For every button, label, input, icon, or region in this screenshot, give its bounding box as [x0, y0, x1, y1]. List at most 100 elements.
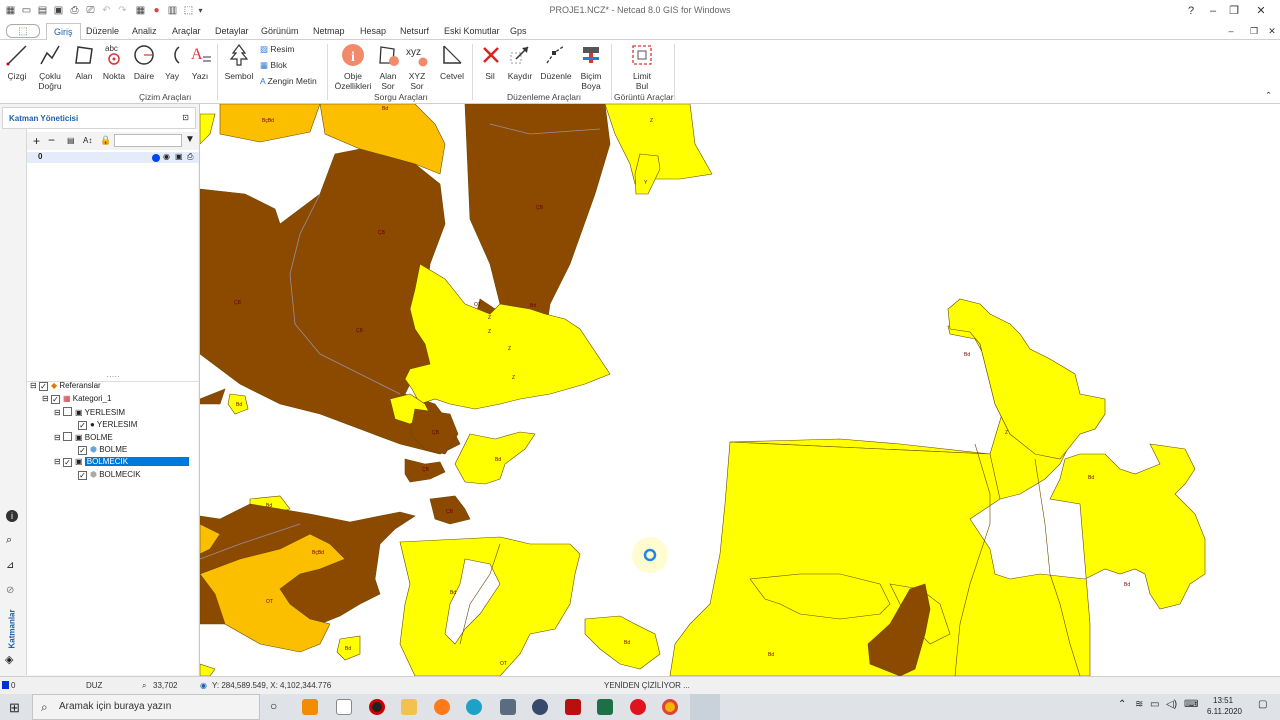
clock-time[interactable]: 13:51	[1213, 696, 1233, 705]
sort-az-icon[interactable]: A↕	[83, 136, 92, 145]
area-button[interactable]: Alan	[70, 42, 98, 81]
xyz-query-button[interactable]: xyz XYZ Sor	[403, 42, 431, 91]
pin-icon[interactable]: ⊡	[182, 113, 189, 122]
funnel-icon[interactable]: ▼	[185, 134, 195, 145]
route-side-icon[interactable]: ⊘	[6, 585, 14, 596]
collapse-ribbon-icon[interactable]: ⌃	[1265, 90, 1272, 101]
symbol-button[interactable]: Sembol	[223, 42, 255, 81]
checkbox[interactable]	[62, 407, 72, 416]
doc-close-button[interactable]: ✕	[1264, 23, 1280, 39]
ruler-button[interactable]: Cetvel	[437, 42, 467, 81]
tree-item-yerlesim[interactable]: ✓ ● YERLESIM	[78, 420, 137, 430]
firefox-icon[interactable]	[434, 699, 450, 715]
tree-item-bolmecik-group[interactable]: ⊟ ✓ ▣ BOLMECIK	[54, 457, 189, 467]
tab-duzenle[interactable]: Düzenle	[86, 26, 119, 36]
app-globe-icon[interactable]	[532, 699, 548, 715]
layer-search-input[interactable]	[114, 134, 182, 147]
checkbox[interactable]: ✓	[38, 382, 48, 391]
measure-side-icon[interactable]: ⊿	[6, 560, 14, 571]
opera-icon[interactable]	[630, 699, 646, 715]
network-icon[interactable]: ≋	[1135, 699, 1143, 710]
tab-eski-komutlar[interactable]: Eski Komutlar	[444, 26, 500, 36]
tree-item-bolmecik[interactable]: ✓ ⬢ BOLMECIK	[78, 470, 141, 480]
tab-araclar[interactable]: Araçlar	[172, 26, 201, 36]
tree-item-yerlesim-group[interactable]: ⊟ ▣ YERLESIM	[54, 407, 125, 417]
file-explorer-icon[interactable]	[401, 699, 417, 715]
tree-item-bolme[interactable]: ✓ ⬢ BOLME	[78, 445, 127, 455]
tree-item-referanslar[interactable]: ⊟ ✓ ◆ Referanslar	[30, 381, 101, 391]
layers-side-tab[interactable]: Katmanlar	[8, 609, 17, 648]
tab-gps[interactable]: Gps	[510, 26, 527, 36]
red-app-icon[interactable]	[565, 699, 581, 715]
recorder-icon[interactable]	[369, 699, 385, 715]
restore-button[interactable]: ❐	[1226, 3, 1242, 19]
find-limit-button[interactable]: Limit Bul	[628, 42, 656, 91]
tray-expand-icon[interactable]: ⌃	[1118, 699, 1126, 710]
line-button[interactable]: Çizgi	[4, 42, 30, 81]
object-properties-button[interactable]: i Obje Özellikleri	[333, 42, 373, 91]
layer-print-icon[interactable]: ⎙	[187, 152, 193, 162]
remove-layer-icon[interactable]: −	[48, 133, 55, 147]
edge-icon[interactable]	[466, 699, 482, 715]
tree-item-kategori[interactable]: ⊟ ✓ ▦ Kategori_1	[42, 394, 111, 404]
edit-button[interactable]: Düzenle	[540, 42, 572, 81]
notepad-icon[interactable]	[336, 699, 352, 715]
windows-start-icon[interactable]: ⊞	[9, 700, 20, 716]
taskbar-search[interactable]: ⌕ Aramak için buraya yazın	[32, 694, 260, 720]
checkbox[interactable]	[62, 432, 72, 441]
search-side-icon[interactable]: ⌕	[6, 534, 12, 547]
layer-row[interactable]: 0 ◉ ▣ ⎙	[27, 152, 199, 163]
chrome-icon[interactable]	[662, 699, 678, 715]
area-query-button[interactable]: Alan Sor	[374, 42, 402, 91]
tab-analiz[interactable]: Analiz	[132, 26, 157, 36]
excel-icon[interactable]	[597, 699, 613, 715]
notifications-icon[interactable]: ▢	[1258, 699, 1267, 710]
keyboard-icon[interactable]: ⌨	[1184, 699, 1198, 710]
tab-gorunum[interactable]: Görünüm	[261, 26, 299, 36]
netcad-active-icon[interactable]	[690, 694, 720, 720]
layers-stack-icon[interactable]: ◈	[5, 653, 13, 666]
minimize-button[interactable]: –	[1205, 3, 1221, 19]
zoom-level[interactable]: 33,702	[153, 681, 177, 690]
tab-giris[interactable]: Giriş	[46, 23, 81, 41]
point-button[interactable]: abc Nokta	[101, 42, 127, 81]
format-paint-button[interactable]: Biçim Boya	[576, 42, 606, 91]
app-menu-button[interactable]: ⬚	[6, 24, 40, 38]
doc-restore-button[interactable]: ❐	[1246, 23, 1262, 39]
layer-visible-icon[interactable]: ◉	[163, 152, 170, 161]
filter-layers-icon[interactable]: ▤	[67, 136, 75, 145]
text-button[interactable]: A Yazı	[188, 42, 212, 81]
rich-text-button[interactable]: A Zengin Metin	[260, 76, 317, 86]
layer-lock-icon[interactable]: ▣	[175, 152, 183, 161]
checkbox[interactable]: ✓	[62, 458, 72, 467]
help-button[interactable]: ?	[1183, 3, 1199, 19]
circle-button[interactable]: Daire	[131, 42, 157, 81]
vlc-icon[interactable]	[302, 699, 318, 715]
arc-button[interactable]: Yay	[160, 42, 184, 81]
zoom-icon[interactable]: ⌕	[142, 681, 146, 691]
move-button[interactable]: Kaydır	[506, 42, 534, 81]
image-button[interactable]: ▨ Resim	[260, 44, 295, 55]
checkbox[interactable]: ✓	[78, 446, 87, 455]
polyline-button[interactable]: Çoklu Doğru	[34, 42, 66, 91]
layer-color-icon[interactable]	[152, 154, 160, 162]
map-svg[interactable]: BçBd Bd Z Y ÇB ÇB ÇB ÇB Z OT Bd Z Z Z Bd…	[200, 104, 1280, 676]
calculator-icon[interactable]	[500, 699, 516, 715]
cortana-icon[interactable]: ○	[270, 699, 277, 713]
battery-icon[interactable]: ▭	[1150, 699, 1159, 710]
lock-icon[interactable]: 🔒	[100, 135, 111, 146]
close-button[interactable]: ✕	[1253, 3, 1269, 19]
tree-item-bolme-group[interactable]: ⊟ ▣ BOLME	[54, 432, 113, 442]
tab-netmap[interactable]: Netmap	[313, 26, 345, 36]
tab-detaylar[interactable]: Detaylar	[215, 26, 249, 36]
tab-hesap[interactable]: Hesap	[360, 26, 386, 36]
tab-netsurf[interactable]: Netsurf	[400, 26, 429, 36]
block-button[interactable]: ▦ Blok	[260, 60, 287, 71]
map-canvas[interactable]: BçBd Bd Z Y ÇB ÇB ÇB ÇB Z OT Bd Z Z Z Bd…	[200, 104, 1280, 676]
checkbox[interactable]: ✓	[78, 421, 87, 430]
info-side-icon[interactable]: i	[6, 510, 18, 522]
volume-icon[interactable]: ◁)	[1166, 699, 1177, 710]
clock-date[interactable]: 6.11.2020	[1207, 707, 1242, 716]
add-layer-icon[interactable]: +	[33, 134, 40, 148]
draw-mode[interactable]: DUZ	[86, 681, 102, 690]
